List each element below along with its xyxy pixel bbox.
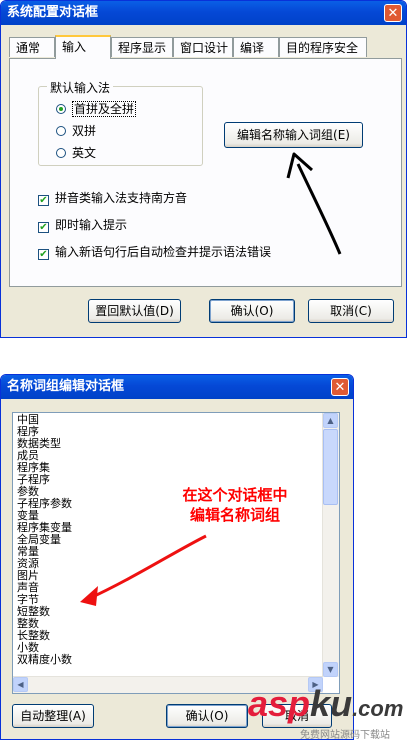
arrow-annotation-black (286, 152, 342, 255)
checkbox-label: 输入新语句行后自动检查并提示语法错误 (55, 245, 272, 259)
close-icon[interactable]: ✕ (331, 378, 349, 396)
cancel-button[interactable]: 取消(C) (308, 299, 394, 323)
close-icon[interactable]: ✕ (384, 4, 402, 22)
list-item[interactable]: 中国 (17, 414, 317, 426)
scroll-down-icon[interactable]: ▼ (323, 662, 338, 677)
radio-double-pinyin[interactable]: 双拼 (56, 123, 96, 139)
list-item[interactable]: 数据类型 (17, 438, 317, 450)
tab-program-display[interactable]: 程序显示 (111, 37, 173, 57)
radio-empty-icon (56, 148, 66, 158)
dialog-title-bar[interactable]: 名称词组编辑对话框 ✕ (1, 375, 353, 399)
radio-full-pinyin[interactable]: 首拼及全拼 (56, 101, 137, 117)
annotation-text: 在这个对话框中 编辑名称词组 (160, 485, 310, 525)
list-item[interactable]: 程序集 (17, 462, 317, 474)
watermark-suffix: .com (352, 696, 404, 721)
list-item[interactable]: 成员 (17, 450, 317, 462)
tab-general[interactable]: 通常 (9, 37, 55, 57)
radio-empty-icon (56, 126, 66, 136)
watermark-subtitle: 免费网站源码下载站 (300, 730, 390, 741)
site-watermark: aspku.com (248, 686, 403, 727)
checkbox-label: 即时输入提示 (55, 218, 128, 232)
check-instant-hint[interactable]: ✔ 即时输入提示 (38, 217, 127, 233)
checkbox-checked-icon: ✔ (38, 195, 49, 206)
auto-sort-button[interactable]: 自动整理(A) (12, 704, 94, 728)
tab-window-design[interactable]: 窗口设计 (173, 37, 233, 57)
restore-default-button[interactable]: 置回默认值(D) (88, 299, 181, 323)
annotation-line-1: 在这个对话框中 (182, 486, 288, 504)
radio-english[interactable]: 英文 (56, 145, 96, 161)
dialog-title: 名称词组编辑对话框 (7, 379, 125, 394)
check-auto-syntax[interactable]: ✔ 输入新语句行后自动检查并提示语法错误 (38, 244, 271, 260)
radio-label: 首拼及全拼 (72, 101, 137, 117)
list-item[interactable]: 双精度小数 (17, 654, 317, 666)
list-item[interactable]: 整数 (17, 618, 317, 630)
scroll-thumb[interactable] (323, 429, 338, 505)
checkbox-checked-icon: ✔ (38, 222, 49, 233)
arrow-annotation-red (80, 534, 207, 606)
list-item[interactable]: 程序 (17, 426, 317, 438)
watermark-ku: ku (310, 683, 353, 724)
scroll-up-icon[interactable]: ▲ (323, 413, 338, 428)
default-input-method-group: 默认输入法 首拼及全拼 双拼 英文 (38, 79, 203, 166)
dialog-title: 系统配置对话框 (7, 5, 99, 20)
radio-label: 双拼 (72, 124, 97, 138)
vertical-scrollbar[interactable]: ▲ ▼ (322, 413, 339, 677)
radio-selected-icon (56, 104, 66, 114)
tab-input[interactable]: 输入 (55, 35, 111, 59)
list-item[interactable]: 长整数 (17, 630, 317, 642)
annotation-line-2: 编辑名称词组 (189, 506, 280, 524)
ok-button[interactable]: 确认(O) (166, 704, 248, 728)
radio-label: 英文 (72, 146, 97, 160)
dialog-title-bar[interactable]: 系统配置对话框 ✕ (1, 1, 406, 25)
group-title: 默认输入法 (47, 79, 114, 96)
tab-target-security[interactable]: 目的程序安全 (279, 37, 367, 57)
check-southern-accent[interactable]: ✔ 拼音类输入法支持南方音 (38, 190, 187, 206)
tab-compile[interactable]: 编译 (233, 37, 279, 57)
edit-name-words-button[interactable]: 编辑名称输入词组(E) (224, 122, 363, 148)
ok-button[interactable]: 确认(O) (209, 299, 295, 323)
watermark-asp: asp (248, 683, 311, 724)
scroll-left-icon[interactable]: ◀ (13, 677, 28, 692)
checkbox-label: 拼音类输入法支持南方音 (55, 191, 188, 205)
checkbox-checked-icon: ✔ (38, 249, 49, 260)
